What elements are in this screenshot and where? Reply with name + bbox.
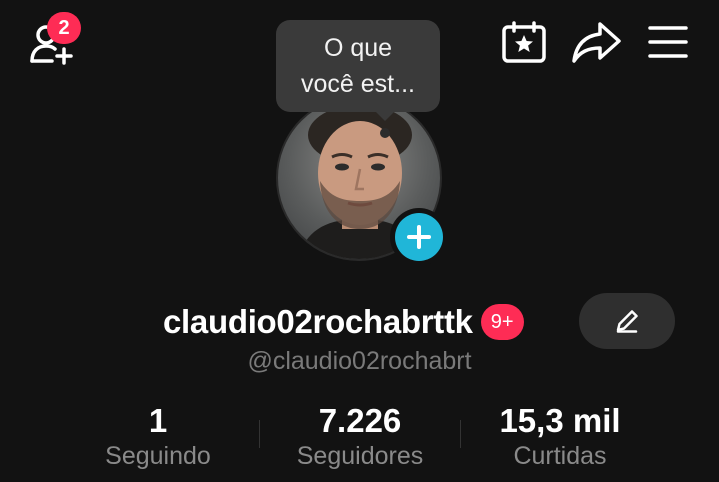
hamburger-menu-icon [648,26,688,58]
menu-button[interactable] [642,18,694,66]
stat-likes[interactable]: 15,3 mil Curtidas [490,402,630,471]
display-name: claudio02rochabrttk [163,303,473,340]
tooltip-line-2: você est... [301,70,415,98]
tooltip-dot [380,128,390,138]
stat-following[interactable]: 1 Seguindo [88,402,228,471]
likes-label: Curtidas [513,442,607,470]
followers-label: Seguidores [296,442,424,470]
status-tooltip[interactable]: O que você est... [276,20,440,112]
followers-count: 7.226 [318,402,402,439]
following-label: Seguindo [105,442,211,470]
stat-divider [460,420,461,448]
calendar-star-icon [502,21,546,63]
stat-divider [259,420,260,448]
profile-screen: 2 O que você est... claudio02rochabrttk … [0,0,719,482]
username-row: claudio02rochabrttk 9+ [163,294,524,350]
share-arrow-icon [572,22,621,63]
tooltip-line-1: O que [323,34,393,62]
add-story-button[interactable] [390,208,448,266]
tooltip-tail [375,111,395,121]
following-count: 1 [148,402,168,439]
pencil-icon [616,310,638,333]
add-story-circle [395,213,443,261]
likes-count: 15,3 mil [499,402,621,439]
plus-icon [407,225,431,249]
user-handle: @claudio02rochabrt [247,347,472,375]
stat-followers[interactable]: 7.226 Seguidores [280,402,440,471]
share-button[interactable] [568,18,624,66]
calendar-button[interactable] [499,18,549,66]
notification-badge: 2 [47,12,81,44]
edit-profile-button[interactable] [579,293,675,349]
name-badge[interactable]: 9+ [480,304,524,340]
